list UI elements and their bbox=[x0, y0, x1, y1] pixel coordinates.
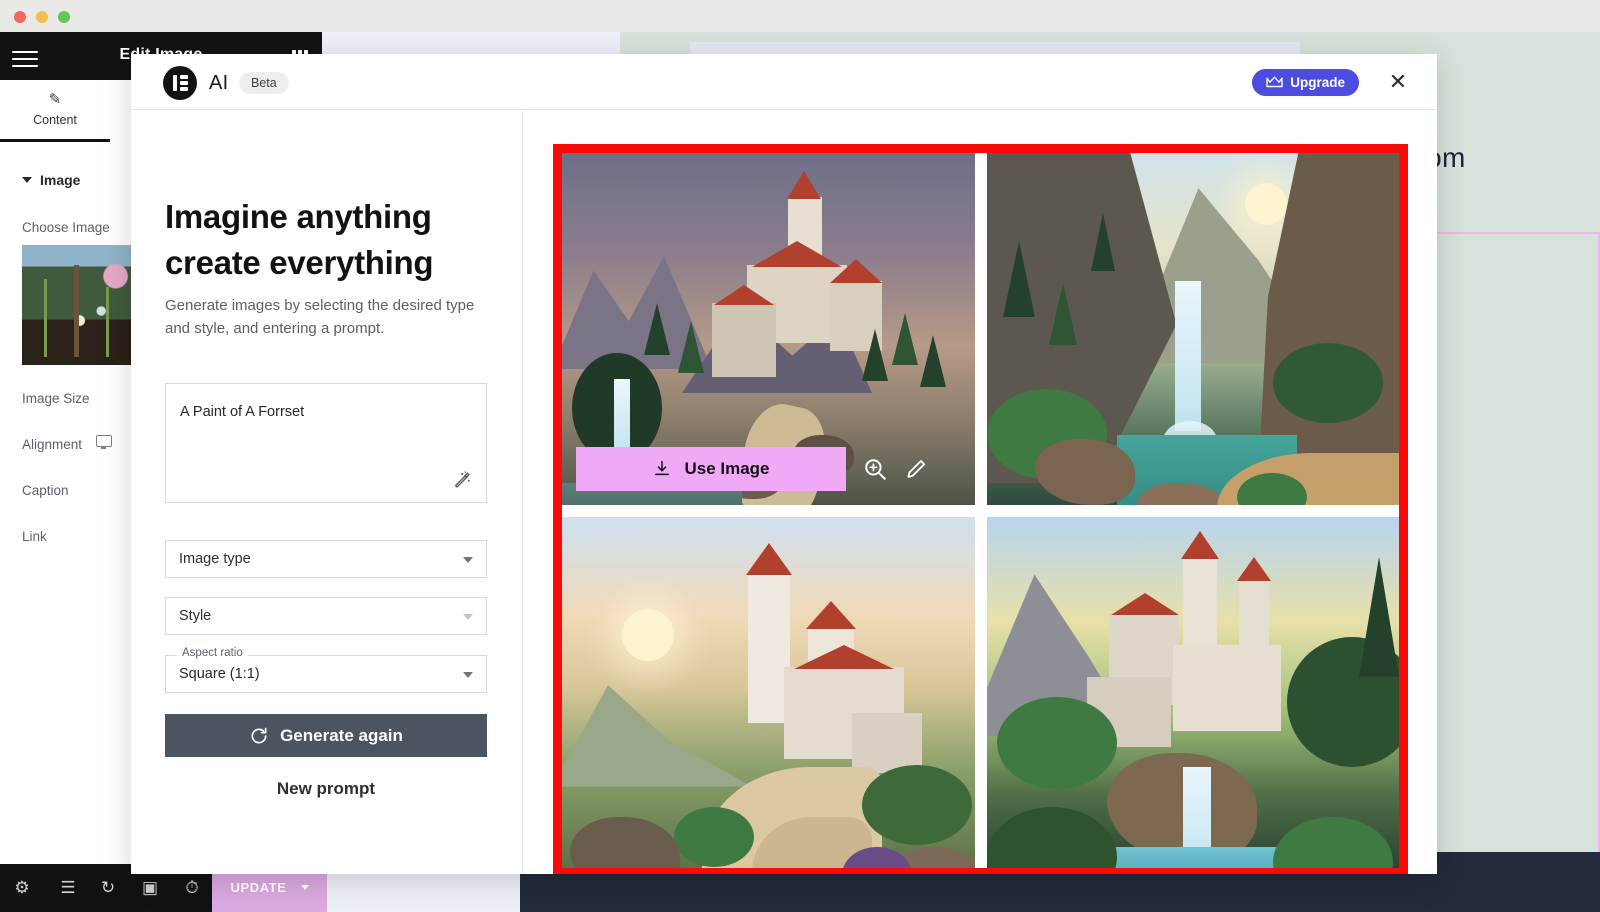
results-column: Use Image bbox=[523, 111, 1437, 874]
page-subtitle: Generate images by selecting the desired… bbox=[165, 297, 475, 337]
ai-image-generator-dialog: AI Beta Upgrade ✕ Imagine anything creat… bbox=[131, 54, 1437, 874]
result-tile-1[interactable]: Use Image bbox=[562, 153, 975, 505]
window-minimize-button[interactable] bbox=[36, 11, 48, 23]
image-type-select[interactable]: Image type bbox=[165, 540, 487, 578]
control-label-alignment: Alignment bbox=[22, 437, 83, 452]
result-tile-1-overlay: Use Image bbox=[576, 446, 961, 491]
crown-icon bbox=[1266, 76, 1283, 88]
style-select[interactable]: Style bbox=[165, 597, 487, 635]
chevron-down-icon bbox=[300, 884, 309, 890]
monitor-icon[interactable] bbox=[96, 435, 112, 449]
elementor-logo-icon bbox=[163, 66, 197, 100]
history-icon[interactable]: ↻ bbox=[98, 878, 118, 898]
beta-badge: Beta bbox=[239, 72, 289, 94]
preview-icon[interactable]: ▣ bbox=[140, 878, 160, 898]
tab-content-label: Content bbox=[33, 113, 77, 127]
results-grid: Use Image bbox=[562, 153, 1399, 868]
pencil-icon[interactable] bbox=[904, 456, 930, 482]
modal-header: AI Beta Upgrade ✕ bbox=[131, 54, 1437, 110]
headline-line-1: Imagine anything bbox=[165, 198, 432, 235]
use-image-button-label: Use Image bbox=[684, 458, 770, 478]
window-maximize-button[interactable] bbox=[58, 11, 70, 23]
aspect-ratio-select-value: Square (1:1) bbox=[179, 666, 260, 682]
chevron-down-icon bbox=[463, 614, 473, 620]
caret-down-icon bbox=[22, 177, 32, 183]
section-image-header[interactable]: Image bbox=[22, 172, 80, 188]
control-label-choose-image: Choose Image bbox=[22, 220, 110, 235]
gear-icon[interactable]: ⚙ bbox=[12, 878, 32, 898]
chosen-image-thumbnail[interactable] bbox=[22, 245, 142, 365]
os-titlebar bbox=[0, 0, 1600, 32]
aspect-ratio-select[interactable]: Square (1:1) bbox=[165, 655, 487, 693]
upgrade-button[interactable]: Upgrade bbox=[1252, 69, 1359, 96]
generator-form-column: Imagine anything create everything Gener… bbox=[131, 111, 522, 874]
result-tile-4[interactable] bbox=[986, 516, 1399, 868]
ai-wordmark: AI bbox=[209, 72, 229, 94]
window-close-button[interactable] bbox=[14, 11, 26, 23]
result-tile-2[interactable] bbox=[986, 153, 1399, 505]
chevron-down-icon bbox=[463, 557, 473, 563]
aspect-ratio-label: Aspect ratio bbox=[177, 647, 248, 659]
generate-again-label: Generate again bbox=[280, 725, 403, 745]
page-title: Imagine anything create everything bbox=[165, 194, 495, 285]
use-image-button[interactable]: Use Image bbox=[576, 446, 846, 491]
zoom-in-icon[interactable] bbox=[862, 456, 888, 482]
update-button-label: UPDATE bbox=[230, 879, 287, 895]
layers-icon[interactable]: ☰ bbox=[58, 878, 78, 898]
results-highlight-frame: Use Image bbox=[553, 144, 1408, 874]
control-label-image-size: Image Size bbox=[22, 391, 90, 406]
control-label-caption: Caption bbox=[22, 483, 69, 498]
section-image-title: Image bbox=[40, 172, 81, 188]
headline-line-2: create everything bbox=[165, 243, 434, 281]
generate-again-button[interactable]: Generate again bbox=[165, 714, 487, 757]
download-icon bbox=[655, 460, 670, 475]
pencil-icon: ✎ bbox=[48, 91, 62, 108]
magic-wand-icon[interactable] bbox=[452, 470, 474, 492]
prompt-input-value: A Paint of A Forrset bbox=[180, 404, 305, 420]
result-tile-3[interactable] bbox=[562, 516, 975, 868]
new-prompt-button[interactable]: New prompt bbox=[165, 779, 487, 799]
upgrade-button-label: Upgrade bbox=[1290, 75, 1345, 90]
refresh-icon bbox=[251, 727, 267, 743]
prompt-input[interactable]: A Paint of A Forrset bbox=[165, 383, 487, 503]
control-label-link: Link bbox=[22, 529, 47, 544]
tab-content[interactable]: ✎ Content bbox=[0, 80, 110, 142]
style-select-value: Style bbox=[179, 608, 212, 624]
chevron-down-icon bbox=[463, 672, 473, 678]
close-icon[interactable]: ✕ bbox=[1385, 70, 1411, 96]
clock-icon[interactable]: ⏱ bbox=[182, 878, 202, 898]
image-type-select-value: Image type bbox=[179, 551, 251, 567]
